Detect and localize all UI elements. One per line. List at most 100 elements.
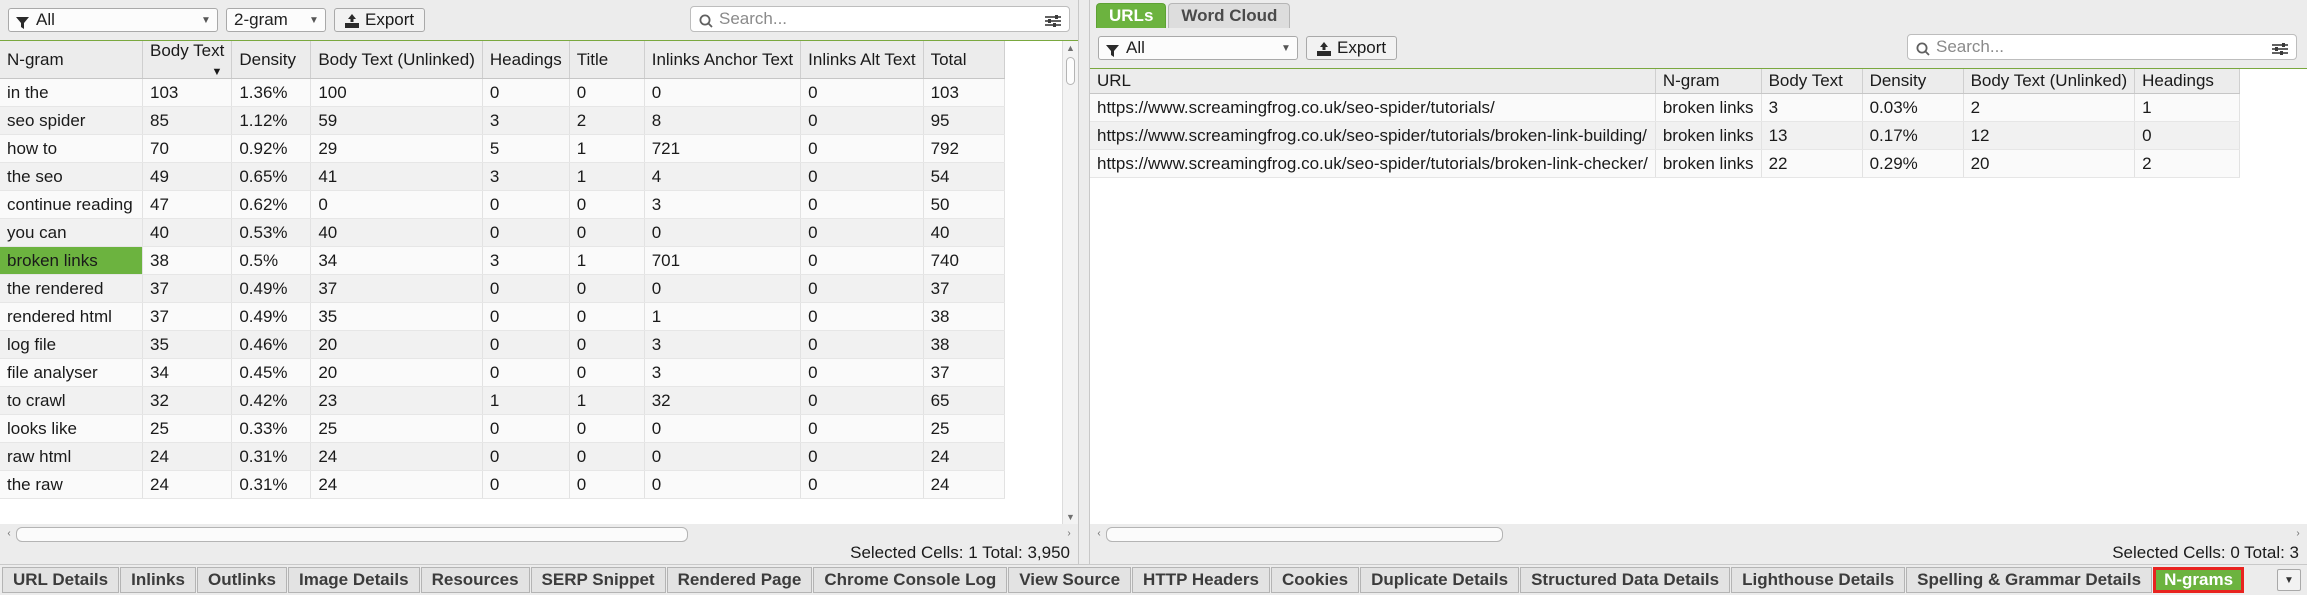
table-cell[interactable]: seo spider bbox=[0, 107, 143, 135]
right-col-header-body-text[interactable]: Body Text bbox=[1761, 69, 1862, 94]
table-row[interactable]: file analyser340.45%20003037 bbox=[0, 359, 1004, 387]
table-cell[interactable]: 0 bbox=[801, 275, 923, 303]
table-cell[interactable]: 50 bbox=[923, 191, 1004, 219]
table-cell[interactable]: 0 bbox=[801, 331, 923, 359]
right-search-input[interactable]: Search... bbox=[1907, 34, 2297, 60]
table-cell[interactable]: 40 bbox=[143, 219, 232, 247]
table-cell[interactable]: 0 bbox=[801, 359, 923, 387]
table-cell[interactable]: 24 bbox=[923, 471, 1004, 499]
scroll-down-icon[interactable]: ▼ bbox=[1063, 510, 1078, 524]
table-cell[interactable]: 40 bbox=[311, 219, 483, 247]
table-cell[interactable]: 0.53% bbox=[232, 219, 311, 247]
left-export-button[interactable]: Export bbox=[334, 8, 425, 32]
table-cell[interactable]: 0 bbox=[801, 219, 923, 247]
table-cell[interactable]: 85 bbox=[143, 107, 232, 135]
table-cell[interactable]: 1.36% bbox=[232, 79, 311, 107]
table-cell[interactable]: 34 bbox=[143, 359, 232, 387]
bottom-tab-image-details[interactable]: Image Details bbox=[288, 567, 420, 593]
table-row[interactable]: the raw240.31%24000024 bbox=[0, 471, 1004, 499]
right-col-header-headings[interactable]: Headings bbox=[2135, 69, 2240, 94]
table-cell[interactable]: 24 bbox=[923, 443, 1004, 471]
table-cell[interactable]: 0.33% bbox=[232, 415, 311, 443]
table-cell[interactable]: 2 bbox=[569, 107, 644, 135]
right-export-button[interactable]: Export bbox=[1306, 36, 1397, 60]
table-row[interactable]: https://www.screamingfrog.co.uk/seo-spid… bbox=[1090, 94, 2240, 122]
table-cell[interactable]: 20 bbox=[1963, 150, 2135, 178]
table-cell[interactable]: 0 bbox=[482, 331, 569, 359]
bottom-tab-resources[interactable]: Resources bbox=[421, 567, 530, 593]
table-cell[interactable]: 0 bbox=[569, 219, 644, 247]
bottom-tab-structured-data-details[interactable]: Structured Data Details bbox=[1520, 567, 1730, 593]
table-cell[interactable]: 0.17% bbox=[1862, 122, 1963, 150]
left-col-header-inlinks-alt-text[interactable]: Inlinks Alt Text bbox=[801, 41, 923, 79]
table-row[interactable]: raw html240.31%24000024 bbox=[0, 443, 1004, 471]
table-cell[interactable]: broken links bbox=[0, 247, 143, 275]
scroll-left-icon[interactable]: ‹ bbox=[2, 528, 16, 539]
right-filter-dropdown[interactable]: All ▼ bbox=[1098, 36, 1298, 60]
ngram-size-dropdown[interactable]: 2-gram ▼ bbox=[226, 8, 326, 32]
table-cell[interactable]: 35 bbox=[143, 331, 232, 359]
table-cell[interactable]: 24 bbox=[311, 443, 483, 471]
table-cell[interactable]: 2 bbox=[2135, 150, 2240, 178]
table-cell[interactable]: 41 bbox=[311, 163, 483, 191]
table-row[interactable]: the rendered370.49%37000037 bbox=[0, 275, 1004, 303]
bottom-tab-url-details[interactable]: URL Details bbox=[2, 567, 119, 593]
table-cell[interactable]: 38 bbox=[923, 331, 1004, 359]
table-cell[interactable]: 0 bbox=[569, 275, 644, 303]
table-cell[interactable]: 13 bbox=[1761, 122, 1862, 150]
table-cell[interactable]: 740 bbox=[923, 247, 1004, 275]
table-cell[interactable]: 25 bbox=[143, 415, 232, 443]
table-row[interactable]: the seo490.65%41314054 bbox=[0, 163, 1004, 191]
table-cell[interactable]: 1 bbox=[569, 135, 644, 163]
table-cell[interactable]: 0 bbox=[801, 443, 923, 471]
table-row[interactable]: you can400.53%40000040 bbox=[0, 219, 1004, 247]
table-cell[interactable]: 34 bbox=[311, 247, 483, 275]
left-col-header-body-text[interactable]: Body Text▼ bbox=[143, 41, 232, 79]
table-cell[interactable]: how to bbox=[0, 135, 143, 163]
bottom-tab-view-source[interactable]: View Source bbox=[1008, 567, 1131, 593]
table-cell[interactable]: 0 bbox=[801, 247, 923, 275]
table-cell[interactable]: 20 bbox=[311, 359, 483, 387]
table-cell[interactable]: 24 bbox=[143, 443, 232, 471]
bottom-tab-duplicate-details[interactable]: Duplicate Details bbox=[1360, 567, 1519, 593]
table-row[interactable]: https://www.screamingfrog.co.uk/seo-spid… bbox=[1090, 122, 2240, 150]
table-cell[interactable]: 35 bbox=[311, 303, 483, 331]
table-cell[interactable]: the raw bbox=[0, 471, 143, 499]
pane-splitter[interactable] bbox=[1078, 0, 1090, 564]
bottom-tab-n-grams[interactable]: N-grams bbox=[2153, 567, 2244, 593]
table-cell[interactable]: 22 bbox=[1761, 150, 1862, 178]
table-cell[interactable]: 0.62% bbox=[232, 191, 311, 219]
left-horizontal-scrollbar[interactable]: ‹ › bbox=[0, 524, 1078, 542]
table-cell[interactable]: 0.31% bbox=[232, 443, 311, 471]
table-cell[interactable]: 1 bbox=[569, 387, 644, 415]
table-cell[interactable]: https://www.screamingfrog.co.uk/seo-spid… bbox=[1090, 150, 1655, 178]
table-cell[interactable]: 1 bbox=[482, 387, 569, 415]
table-cell[interactable]: https://www.screamingfrog.co.uk/seo-spid… bbox=[1090, 94, 1655, 122]
table-cell[interactable]: 20 bbox=[311, 331, 483, 359]
table-cell[interactable]: 25 bbox=[923, 415, 1004, 443]
table-cell[interactable]: 32 bbox=[143, 387, 232, 415]
right-tab-word-cloud[interactable]: Word Cloud bbox=[1168, 3, 1290, 28]
table-cell[interactable]: 701 bbox=[644, 247, 800, 275]
bottom-tab-chrome-console-log[interactable]: Chrome Console Log bbox=[813, 567, 1007, 593]
table-cell[interactable]: looks like bbox=[0, 415, 143, 443]
table-cell[interactable]: 1 bbox=[569, 247, 644, 275]
table-cell[interactable]: 100 bbox=[311, 79, 483, 107]
table-cell[interactable]: 37 bbox=[311, 275, 483, 303]
ngram-table[interactable]: N-gramBody Text▼DensityBody Text (Unlink… bbox=[0, 41, 1005, 499]
table-cell[interactable]: log file bbox=[0, 331, 143, 359]
table-cell[interactable]: rendered html bbox=[0, 303, 143, 331]
table-row[interactable]: rendered html370.49%35001038 bbox=[0, 303, 1004, 331]
table-cell[interactable]: 0 bbox=[801, 387, 923, 415]
table-row[interactable]: to crawl320.42%231132065 bbox=[0, 387, 1004, 415]
table-cell[interactable]: 0.49% bbox=[232, 275, 311, 303]
table-cell[interactable]: 0.31% bbox=[232, 471, 311, 499]
table-cell[interactable]: 37 bbox=[143, 303, 232, 331]
table-cell[interactable]: 792 bbox=[923, 135, 1004, 163]
table-cell[interactable]: 0.29% bbox=[1862, 150, 1963, 178]
right-hscroll-track[interactable] bbox=[1106, 527, 2291, 540]
table-cell[interactable]: 0 bbox=[482, 303, 569, 331]
table-cell[interactable]: 0 bbox=[801, 163, 923, 191]
table-cell[interactable]: 49 bbox=[143, 163, 232, 191]
table-row[interactable]: continue reading470.62%0003050 bbox=[0, 191, 1004, 219]
